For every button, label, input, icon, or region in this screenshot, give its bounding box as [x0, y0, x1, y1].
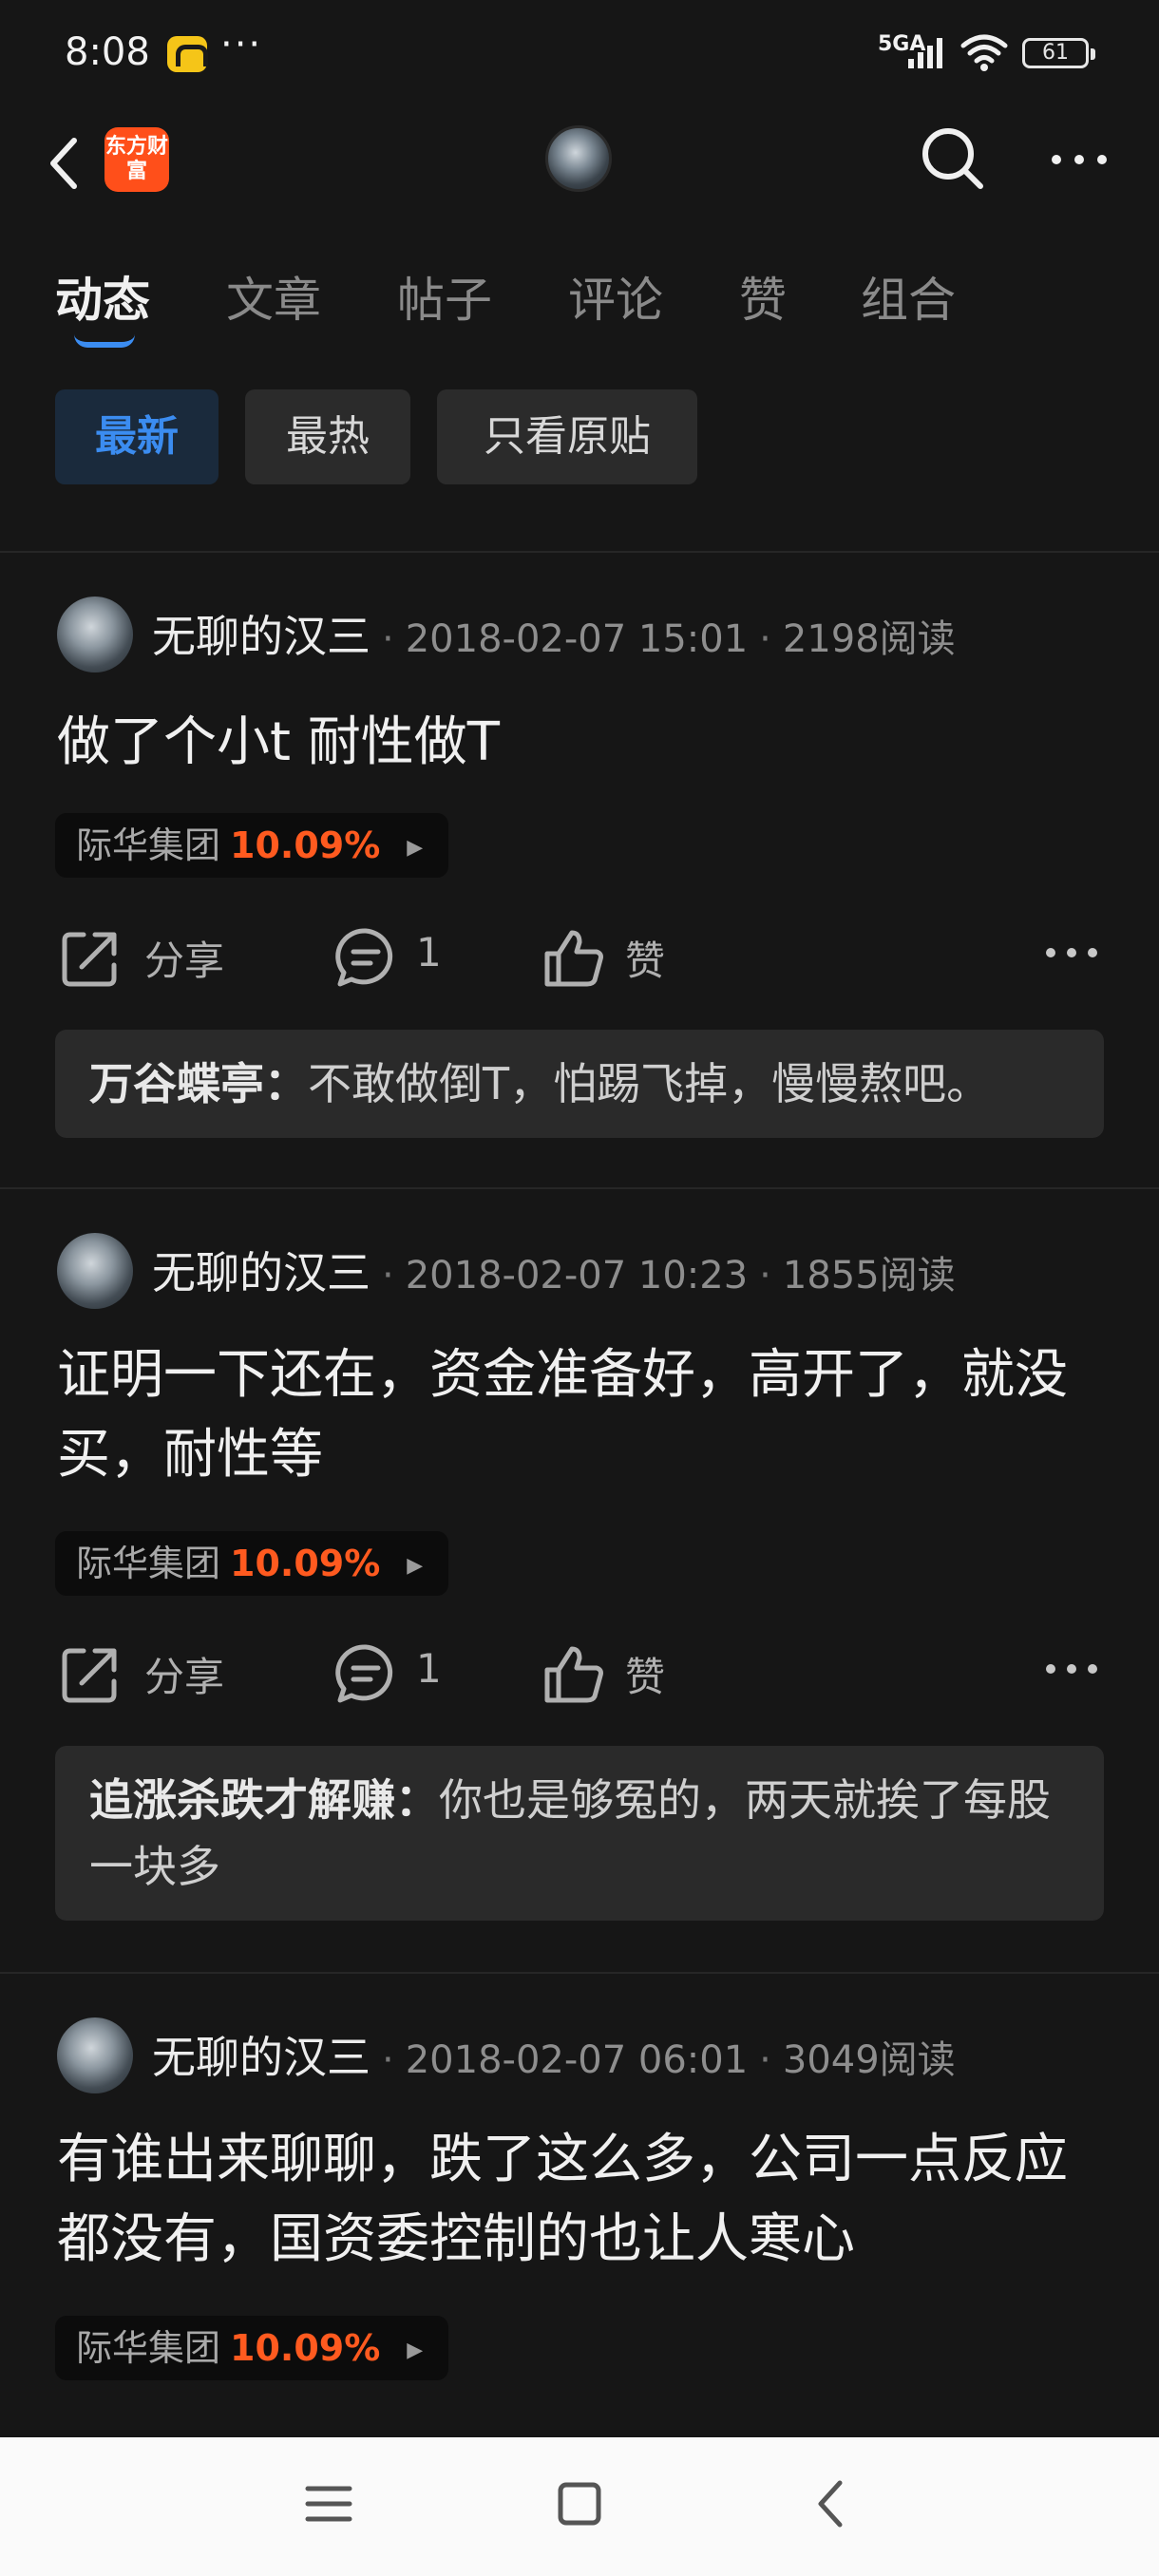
- tab-portfolio[interactable]: 组合: [861, 262, 956, 331]
- post-more-icon[interactable]: [1043, 1655, 1100, 1683]
- stock-name: 际华集团: [76, 1543, 221, 1584]
- stock-change: 10.09%: [230, 824, 381, 866]
- stock-tag[interactable]: 际华集团 10.09% ▶: [55, 2316, 448, 2380]
- filter-hottest[interactable]: 最热: [245, 389, 410, 484]
- post-meta: 无聊的汉三 · 2018-02-07 10:23 · 1855阅读: [152, 1239, 956, 1301]
- stock-name: 际华集团: [76, 824, 221, 866]
- filter-latest[interactable]: 最新: [55, 389, 218, 484]
- meta-separator: ·: [759, 2038, 771, 2082]
- comment-button[interactable]: 1: [332, 918, 446, 994]
- share-button[interactable]: 分享: [57, 1634, 247, 1710]
- author-name[interactable]: 无聊的汉三: [152, 2032, 370, 2083]
- post-card[interactable]: 无聊的汉三 · 2018-02-07 06:01 · 3049阅读 有谁出来聊聊，跌了这…: [0, 1974, 1159, 2439]
- filter-bar: 最新 最热 只看原贴: [0, 389, 1159, 484]
- tab-dynamic[interactable]: 动态: [55, 262, 150, 331]
- profile-avatar[interactable]: [545, 125, 612, 192]
- stock-tag[interactable]: 际华集团 10.09% ▶: [55, 1531, 448, 1596]
- brand-logo[interactable]: 东方财富: [104, 127, 169, 192]
- comment-author[interactable]: 追涨杀跌才解赚：: [89, 1774, 439, 1826]
- meta-separator: ·: [759, 617, 771, 661]
- comment-count: 1: [416, 929, 442, 975]
- comment-icon: [335, 928, 393, 987]
- more-options-icon[interactable]: [1045, 141, 1113, 179]
- post-card[interactable]: 无聊的汉三 · 2018-02-07 15:01 · 2198阅读 做了个小t 耐性做T…: [0, 553, 1159, 1187]
- like-button[interactable]: 赞: [542, 1634, 674, 1710]
- share-icon: [62, 1648, 117, 1703]
- status-more-dots: ···: [220, 23, 263, 66]
- tab-likes[interactable]: 赞: [739, 262, 787, 331]
- post-text[interactable]: 做了个小t 耐性做T: [57, 703, 1112, 783]
- thumbs-up-icon: [544, 930, 603, 987]
- status-time: 8:08: [65, 30, 150, 74]
- stock-change: 10.09%: [230, 2327, 381, 2369]
- wifi-icon: [960, 34, 1008, 71]
- post-text[interactable]: 有谁出来聊聊，跌了这么多，公司一点反应都没有，国资委控制的也让人寒心: [57, 2120, 1112, 2280]
- status-bar: 8:08 ··· 5GA 61: [0, 0, 1159, 106]
- post-meta: 无聊的汉三 · 2018-02-07 15:01 · 2198阅读: [152, 602, 956, 665]
- tab-comments[interactable]: 评论: [568, 262, 663, 331]
- home-icon[interactable]: [551, 2475, 608, 2532]
- author-avatar[interactable]: [57, 597, 133, 672]
- comment-author[interactable]: 万谷蝶亭：: [89, 1058, 308, 1109]
- active-tab-indicator: [74, 334, 135, 348]
- like-label: 赞: [625, 938, 666, 984]
- comment-text: 不敢做倒T，怕踢飞掉，慢慢熬吧。: [308, 1058, 991, 1109]
- share-label: 分享: [144, 1654, 225, 1700]
- like-label: 赞: [625, 1654, 666, 1700]
- signal-strength-icon: [908, 38, 942, 68]
- post-date: 2018-02-07 10:23: [405, 1254, 749, 1297]
- share-button[interactable]: 分享: [57, 918, 247, 994]
- system-back-icon[interactable]: [804, 2475, 861, 2532]
- meta-separator: ·: [382, 617, 394, 661]
- share-icon: [62, 932, 117, 987]
- comment-preview[interactable]: 追涨杀跌才解赚：你也是够冤的，两天就挨了每股一块多: [55, 1746, 1104, 1921]
- comment-button[interactable]: 1: [332, 1634, 446, 1710]
- back-arrow-icon[interactable]: [42, 135, 89, 192]
- read-count: 2198阅读: [782, 617, 956, 661]
- stock-tag[interactable]: 际华集团 10.09% ▶: [55, 813, 448, 878]
- meta-separator: ·: [382, 1254, 394, 1297]
- read-count: 3049阅读: [782, 2038, 956, 2082]
- profile-tabs: 动态 文章 帖子 评论 赞 组合: [0, 249, 1159, 353]
- filter-original-only[interactable]: 只看原贴: [437, 389, 697, 484]
- comment-preview[interactable]: 万谷蝶亭：不敢做倒T，怕踢飞掉，慢慢熬吧。: [55, 1030, 1104, 1138]
- post-actions: 分享 1 赞: [0, 918, 1159, 994]
- play-arrow-icon: ▶: [407, 1554, 424, 1578]
- notification-app-icon: [167, 36, 208, 72]
- battery-indicator: 61: [1022, 38, 1095, 68]
- system-navigation-bar: [0, 2437, 1159, 2576]
- post-date: 2018-02-07 15:01: [405, 617, 749, 661]
- author-name[interactable]: 无聊的汉三: [152, 1247, 370, 1298]
- like-button[interactable]: 赞: [542, 918, 674, 994]
- stock-change: 10.09%: [230, 1543, 381, 1584]
- tab-articles[interactable]: 文章: [226, 262, 321, 331]
- post-more-icon[interactable]: [1043, 938, 1100, 967]
- search-icon[interactable]: [918, 123, 988, 194]
- post-date: 2018-02-07 06:01: [405, 2038, 749, 2082]
- meta-separator: ·: [759, 1254, 771, 1297]
- recent-apps-icon[interactable]: [300, 2475, 357, 2532]
- stock-name: 际华集团: [76, 2327, 221, 2369]
- play-arrow-icon: ▶: [407, 836, 424, 860]
- post-actions: 分享 1 赞: [0, 1634, 1159, 1710]
- thumbs-up-icon: [544, 1646, 603, 1703]
- comment-count: 1: [416, 1645, 442, 1692]
- author-avatar[interactable]: [57, 1233, 133, 1309]
- top-nav-bar: 东方财富: [0, 106, 1159, 220]
- meta-separator: ·: [382, 2038, 394, 2082]
- post-meta: 无聊的汉三 · 2018-02-07 06:01 · 3049阅读: [152, 2023, 956, 2086]
- post-text[interactable]: 证明一下还在，资金准备好，高开了，就没买，耐性等: [57, 1335, 1112, 1495]
- post-card[interactable]: 无聊的汉三 · 2018-02-07 10:23 · 1855阅读 证明一下还在，资金准…: [0, 1189, 1159, 1972]
- play-arrow-icon: ▶: [407, 2339, 424, 2362]
- author-avatar[interactable]: [57, 2017, 133, 2093]
- comment-icon: [335, 1644, 393, 1703]
- read-count: 1855阅读: [782, 1254, 956, 1297]
- tab-posts[interactable]: 帖子: [397, 262, 492, 331]
- author-name[interactable]: 无聊的汉三: [152, 611, 370, 662]
- share-label: 分享: [144, 938, 225, 984]
